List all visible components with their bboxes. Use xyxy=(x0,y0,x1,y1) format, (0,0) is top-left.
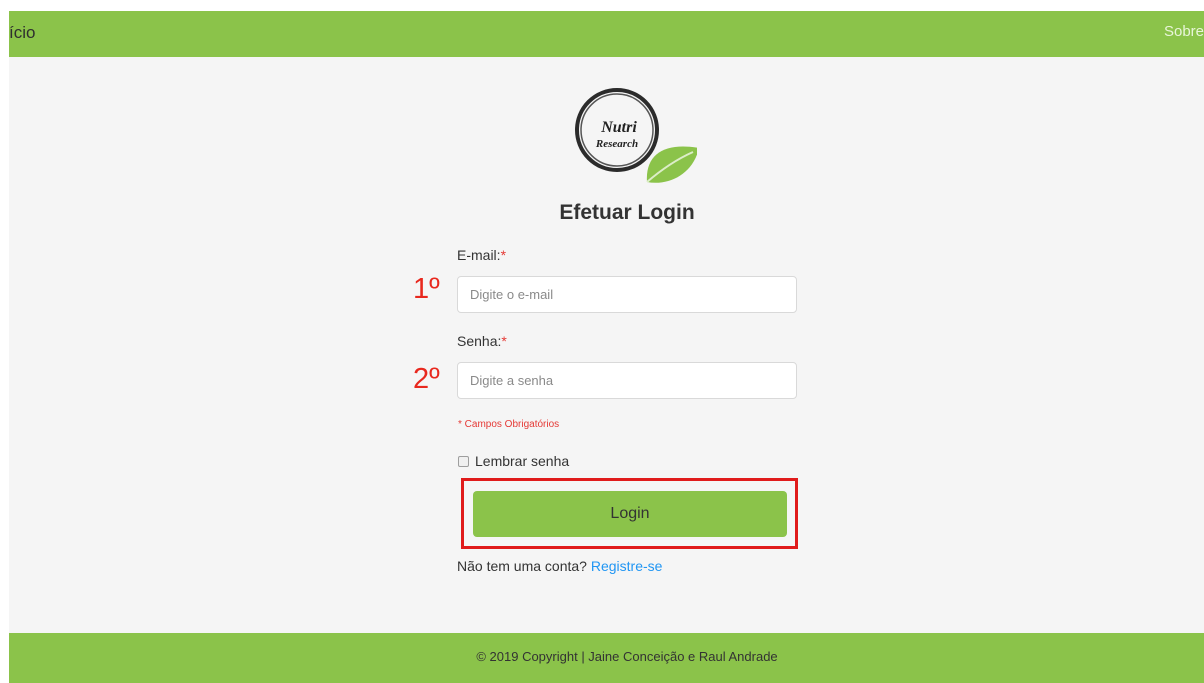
page: ício Sobre Nutri Research Efetuar Login … xyxy=(9,11,1204,683)
email-required-mark: * xyxy=(500,247,507,263)
required-fields-note: * Campos Obrigatórios xyxy=(458,419,560,430)
email-input[interactable] xyxy=(457,276,797,313)
login-button[interactable]: Login xyxy=(473,491,787,537)
footer-copyright: © 2019 Copyright | Jaine Conceição e Rau… xyxy=(476,649,778,664)
leaf-icon xyxy=(646,146,697,183)
signup-prompt-text: Não tem uma conta? xyxy=(457,558,587,574)
logo-text-nutri: Nutri xyxy=(600,119,637,136)
page-title: Efetuar Login xyxy=(559,201,695,224)
email-label-text: E-mail: xyxy=(457,247,501,263)
logo-text-research: Research xyxy=(595,138,638,150)
password-required-mark: * xyxy=(501,333,507,349)
email-label: E-mail:* xyxy=(457,247,506,263)
signup-prompt: Não tem uma conta? Registre-se xyxy=(457,558,662,574)
remember-password-label: Lembrar senha xyxy=(475,453,570,469)
navbar: ício Sobre xyxy=(9,11,1204,57)
register-link[interactable]: Registre-se xyxy=(591,558,663,574)
checkbox-icon[interactable] xyxy=(458,455,469,467)
password-label-text: Senha: xyxy=(457,333,502,349)
footer: © 2019 Copyright | Jaine Conceição e Rau… xyxy=(9,633,1204,683)
step-1-marker: 1º xyxy=(413,273,440,305)
nav-about-link[interactable]: Sobre xyxy=(1164,23,1204,40)
password-input[interactable] xyxy=(457,362,797,399)
remember-password-checkbox[interactable]: Lembrar senha xyxy=(458,453,569,469)
step-2-marker: 2º xyxy=(413,363,440,395)
nutri-research-logo: Nutri Research xyxy=(575,88,697,183)
nav-home-link[interactable]: ício xyxy=(9,23,35,43)
password-label: Senha:* xyxy=(457,333,507,349)
